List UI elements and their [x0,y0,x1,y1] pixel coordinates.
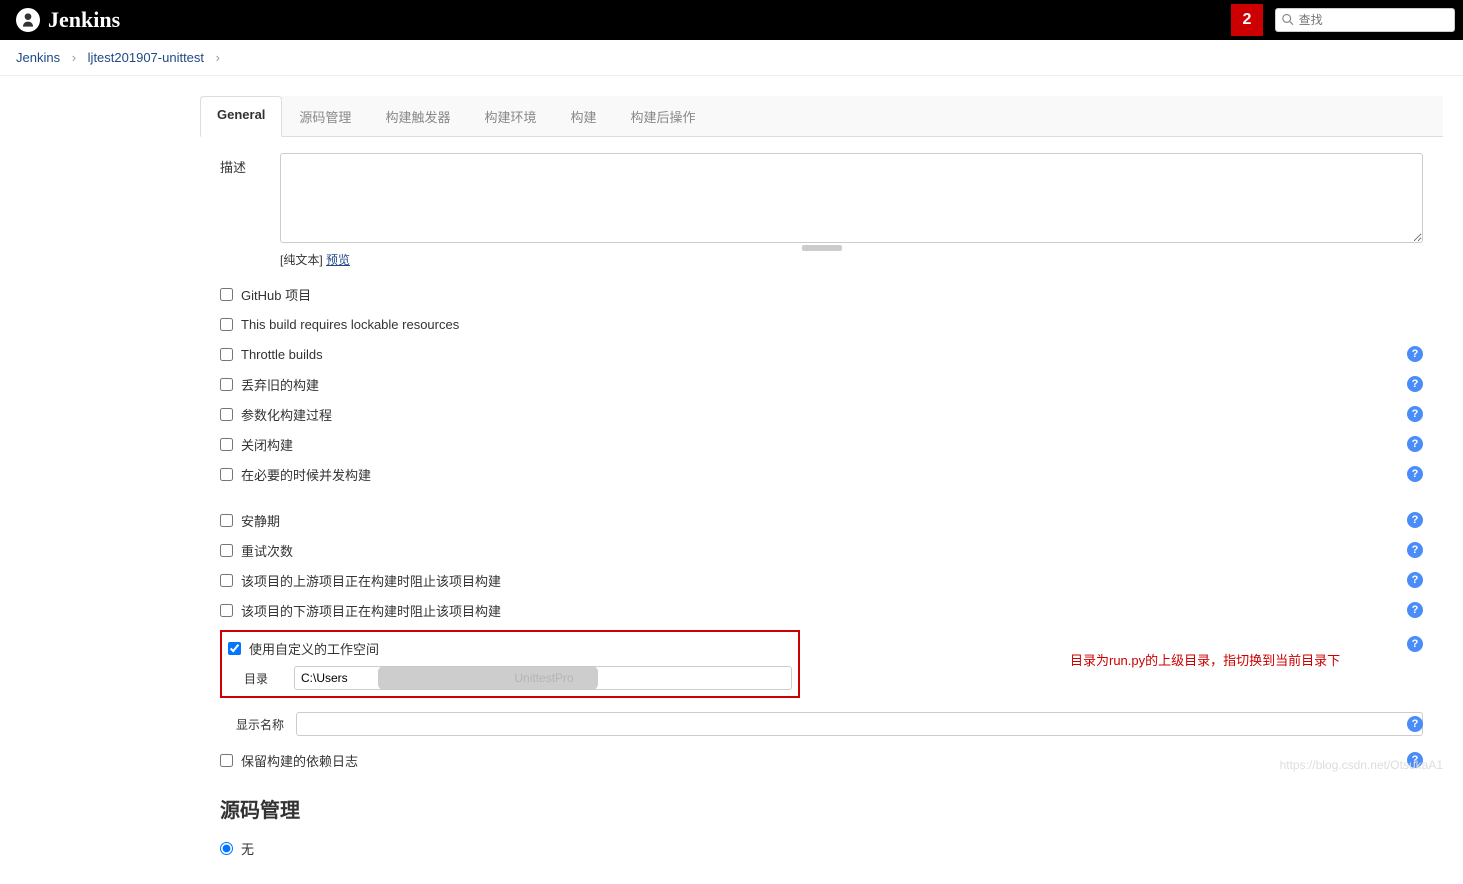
help-icon[interactable]: ? [1407,636,1423,652]
checkbox-label: Throttle builds [241,347,323,362]
checkbox-label: 丢弃旧的构建 [241,375,319,394]
annotation-text: 目录为run.py的上级目录，指切换到当前目录下 [1070,650,1340,669]
lockable-resources-checkbox[interactable] [220,318,233,331]
tab-general[interactable]: General [200,96,282,137]
help-icon[interactable]: ? [1407,602,1423,618]
checkbox-label: 在必要的时候并发构建 [241,465,371,484]
search-box[interactable] [1275,8,1455,32]
preview-link[interactable]: 预览 [326,253,350,267]
tab-postbuild[interactable]: 构建后操作 [613,96,712,136]
github-project-checkbox[interactable] [220,288,233,301]
help-icon[interactable]: ? [1407,572,1423,588]
header-bar: Jenkins 2 [0,0,1463,40]
checkbox-label: 该项目的下游项目正在构建时阻止该项目构建 [241,601,501,620]
general-section: 描述 [纯文本] 预览 GitHub 项目 This build require… [200,137,1443,884]
scm-none-radio[interactable] [220,842,233,855]
checkbox-label: GitHub 项目 [241,285,311,304]
tab-build[interactable]: 构建 [553,96,613,136]
checkbox-label: 保留构建的依赖日志 [241,751,358,770]
brand-text: Jenkins [48,7,120,33]
logo[interactable]: Jenkins [16,7,120,33]
scm-section-title: 源码管理 [220,794,1423,823]
checkbox-label: 参数化构建过程 [241,405,332,424]
jenkins-logo-icon [16,8,40,32]
breadcrumb-separator: › [72,50,76,65]
help-icon[interactable]: ? [1407,346,1423,362]
description-label: 描述 [220,153,280,176]
main-content: General 源码管理 构建触发器 构建环境 构建 构建后操作 描述 [纯文本… [200,76,1463,884]
throttle-builds-checkbox[interactable] [220,348,233,361]
display-name-input[interactable] [296,712,1423,736]
display-name-label: 显示名称 [236,716,296,733]
checkbox-label: 重试次数 [241,541,293,560]
block-upstream-checkbox[interactable] [220,574,233,587]
help-icon[interactable]: ? [1407,512,1423,528]
help-icon[interactable]: ? [1407,466,1423,482]
checkbox-label: 使用自定义的工作空间 [249,639,379,658]
breadcrumb-item[interactable]: ljtest201907-unittest [88,50,204,65]
breadcrumb-separator: › [216,50,220,65]
quiet-period-checkbox[interactable] [220,514,233,527]
checkbox-label: 关闭构建 [241,435,293,454]
help-icon[interactable]: ? [1407,436,1423,452]
radio-label: 无 [241,839,254,858]
tab-scm[interactable]: 源码管理 [282,96,368,136]
parameterized-checkbox[interactable] [220,408,233,421]
notification-badge[interactable]: 2 [1231,4,1263,36]
directory-label: 目录 [244,670,294,687]
custom-workspace-checkbox[interactable] [228,642,241,655]
description-hint: [纯文本] 预览 [280,251,1423,268]
block-downstream-checkbox[interactable] [220,604,233,617]
checkbox-label: This build requires lockable resources [241,317,459,332]
discard-old-checkbox[interactable] [220,378,233,391]
watermark: https://blog.csdn.net/OtsukaA1 [1280,758,1443,772]
breadcrumb-item[interactable]: Jenkins [16,50,60,65]
disable-build-checkbox[interactable] [220,438,233,451]
blurred-text [378,666,598,690]
search-input[interactable] [1299,13,1448,27]
breadcrumb: Jenkins › ljtest201907-unittest › [0,40,1463,76]
concurrent-build-checkbox[interactable] [220,468,233,481]
checkbox-label: 该项目的上游项目正在构建时阻止该项目构建 [241,571,501,590]
description-textarea[interactable] [280,153,1423,243]
custom-workspace-highlight: 使用自定义的工作空间 目录 [220,630,800,698]
keep-deps-checkbox[interactable] [220,754,233,767]
help-icon[interactable]: ? [1407,406,1423,422]
config-tabs: General 源码管理 构建触发器 构建环境 构建 构建后操作 [200,96,1443,137]
search-icon [1282,13,1295,27]
retry-count-checkbox[interactable] [220,544,233,557]
help-icon[interactable]: ? [1407,542,1423,558]
help-icon[interactable]: ? [1407,716,1423,732]
resize-handle[interactable] [802,245,842,251]
tab-triggers[interactable]: 构建触发器 [368,96,467,136]
tab-env[interactable]: 构建环境 [467,96,553,136]
help-icon[interactable]: ? [1407,376,1423,392]
checkbox-label: 安静期 [241,511,280,530]
